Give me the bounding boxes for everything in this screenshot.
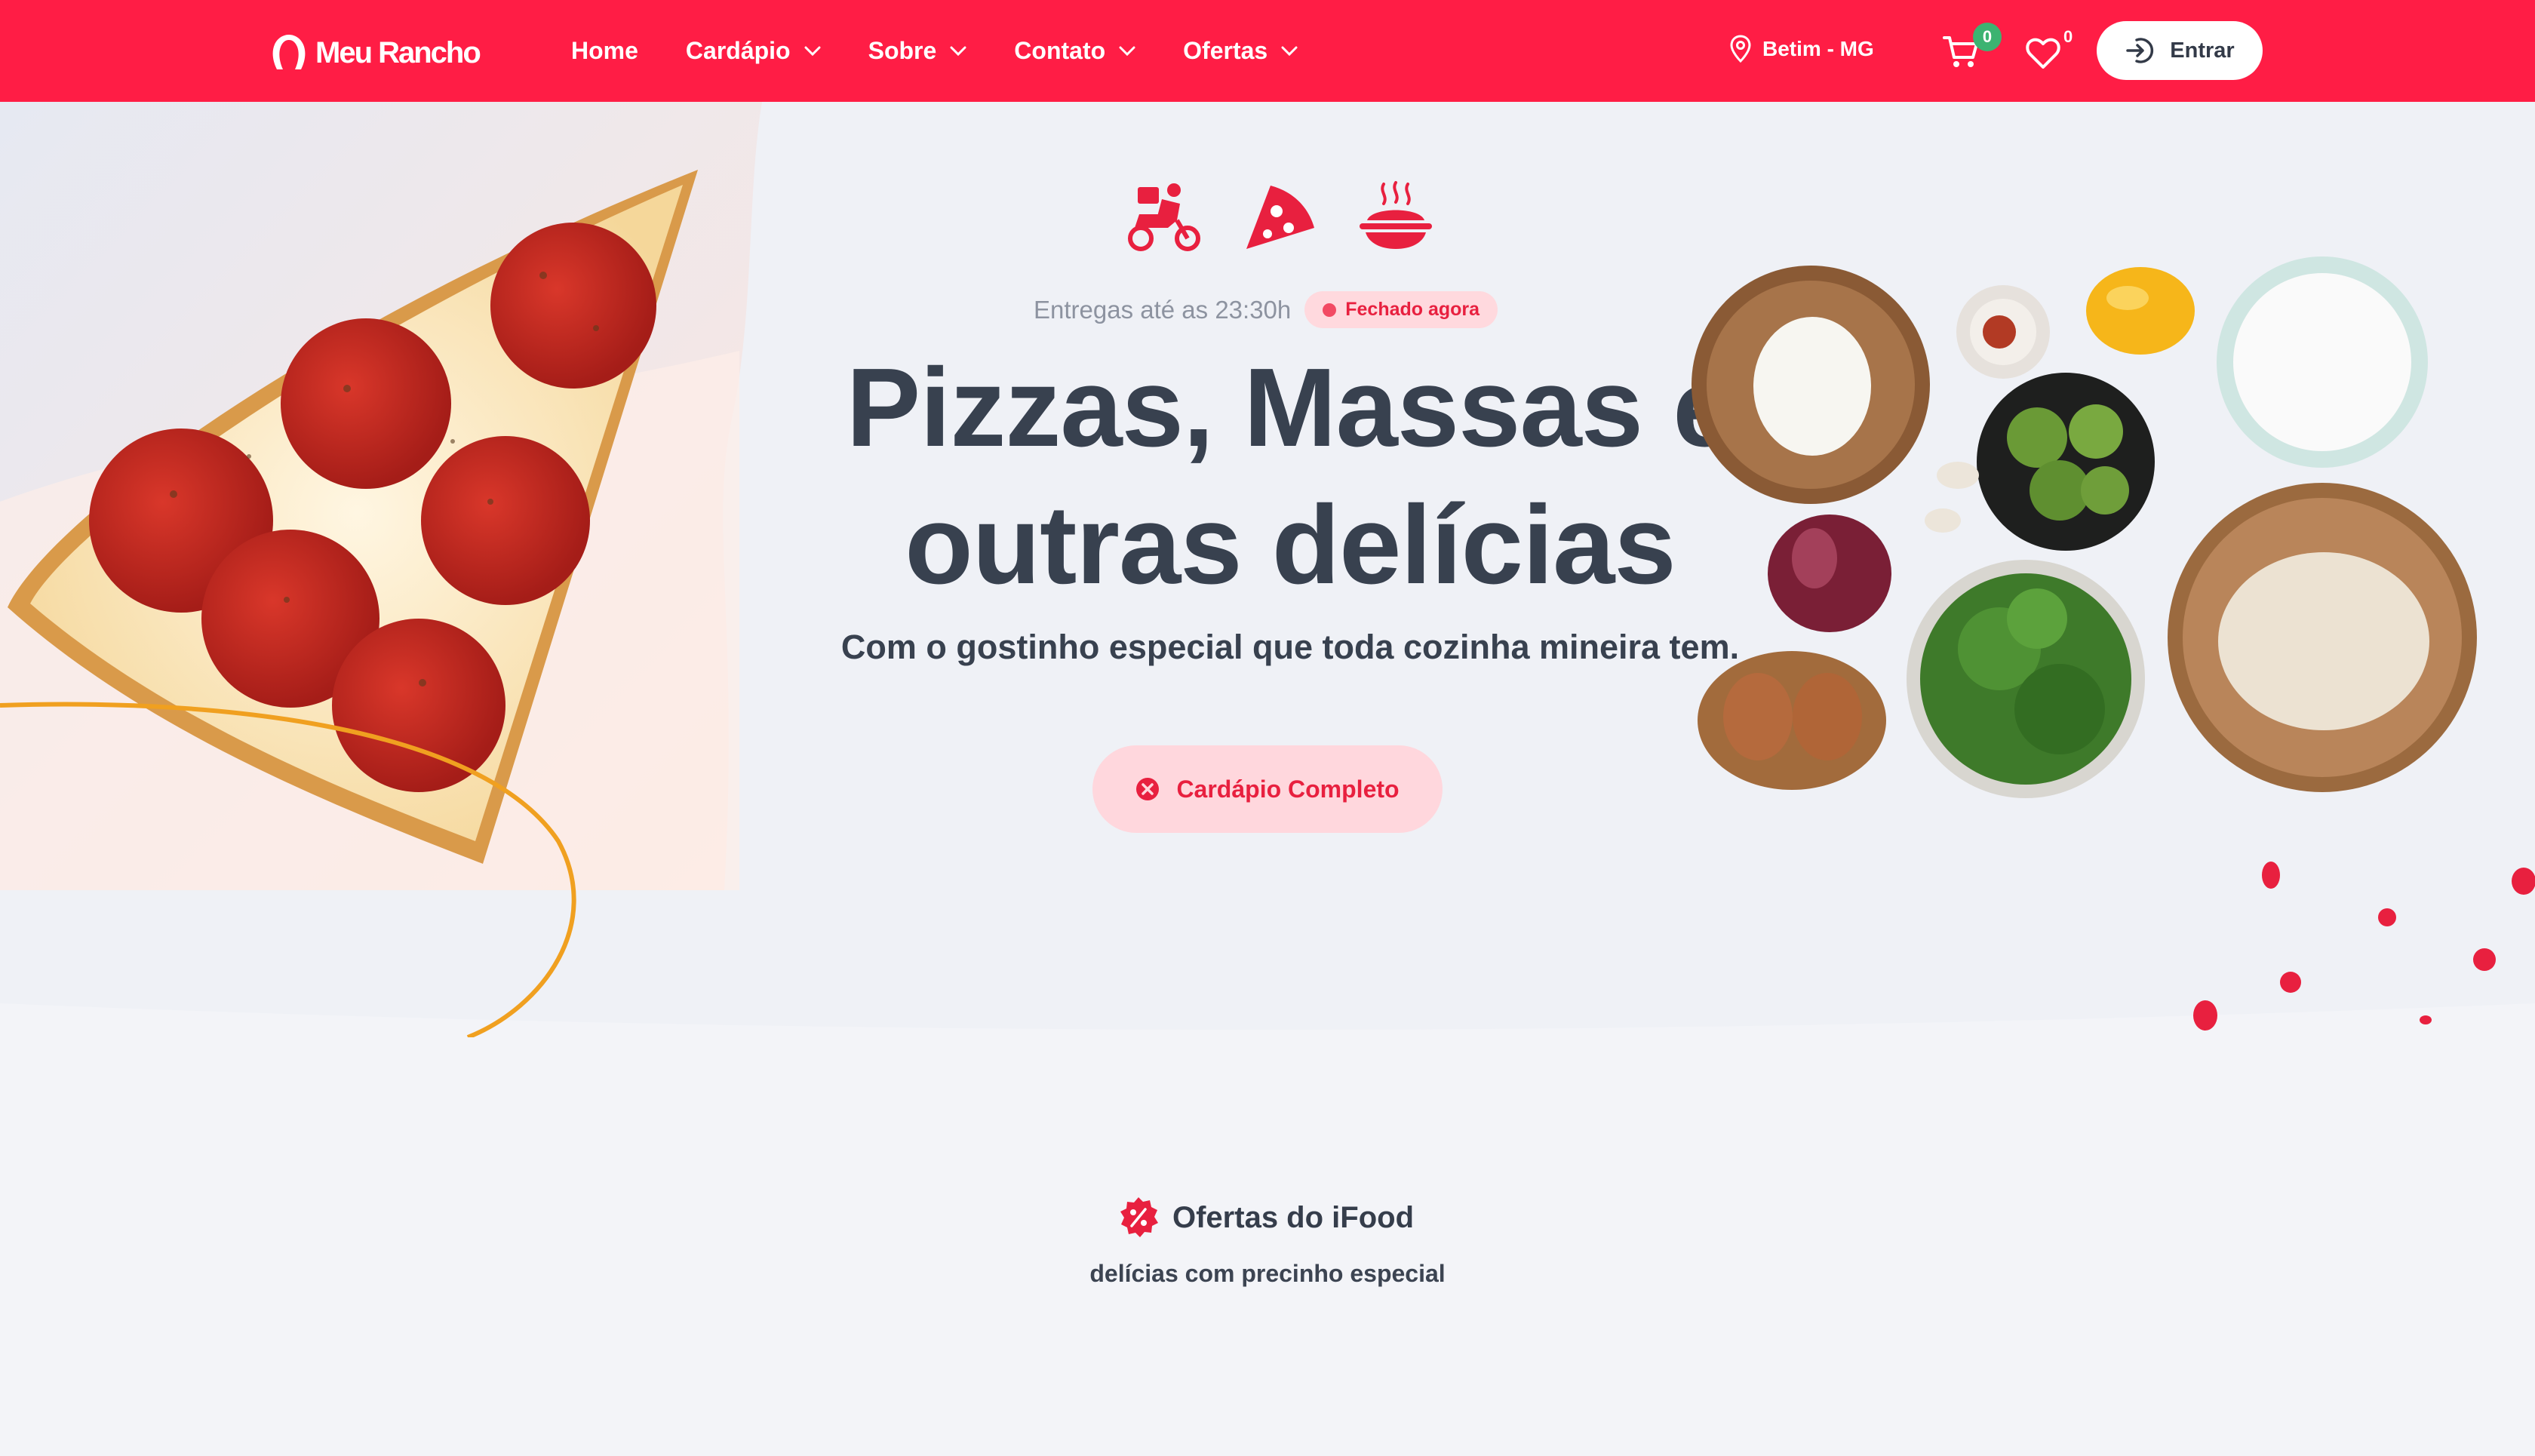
nav-contato-label: Contato xyxy=(1014,37,1106,64)
delivery-hours-text: Entregas até as 23:30h xyxy=(1034,295,1292,324)
hero-title: Pizzas, Massas e outras delícias xyxy=(846,346,1735,607)
chevron-down-icon xyxy=(804,46,821,56)
heart-icon xyxy=(2026,38,2060,69)
ingredients-image xyxy=(1692,256,2477,798)
nav-sobre[interactable]: Sobre xyxy=(868,37,967,65)
location-label: Betim - MG xyxy=(1762,37,1874,60)
favorites-button[interactable]: 0 xyxy=(2026,27,2073,72)
nav-home[interactable]: Home xyxy=(571,37,638,65)
nav-home-label: Home xyxy=(571,37,638,64)
status-label: Fechado agora xyxy=(1345,299,1480,320)
nav-ofertas-label: Ofertas xyxy=(1183,37,1268,64)
login-button[interactable]: Entrar xyxy=(2097,21,2263,80)
location-selector[interactable]: Betim - MG xyxy=(1729,35,1874,63)
chevron-down-icon xyxy=(1119,46,1135,56)
offers-subtitle: delícias com precinho especial xyxy=(1089,1260,1446,1287)
delivery-info: Entregas até as 23:30h Fechado agora xyxy=(1034,291,1498,328)
pizza-slice-icon xyxy=(1246,186,1314,249)
brand-logo[interactable]: Meu Rancho xyxy=(270,32,481,74)
red-dots-decoration xyxy=(2193,862,2535,1031)
nav-contato[interactable]: Contato xyxy=(1014,37,1135,65)
pasta-bowl-icon xyxy=(1360,181,1432,249)
hero-subtitle: Com o gostinho especial que toda cozinha… xyxy=(840,628,1740,666)
favorites-count: 0 xyxy=(2063,27,2073,46)
pizza-slice-image xyxy=(0,102,762,1037)
offers-heading: Ofertas do iFood xyxy=(1117,1196,1414,1239)
horseshoe-logo-icon xyxy=(272,35,306,69)
discount-badge-icon xyxy=(1120,1197,1158,1237)
cart-count-badge: 0 xyxy=(1973,23,2002,51)
hero-icon-row xyxy=(1124,181,1435,253)
chevron-down-icon xyxy=(950,46,966,56)
map-pin-icon xyxy=(1730,35,1751,63)
cart-button[interactable]: 0 xyxy=(1943,23,2002,72)
nav-ofertas[interactable]: Ofertas xyxy=(1183,37,1298,65)
top-navbar: Meu Rancho Home Cardápio Sobre Contato O… xyxy=(0,0,2535,102)
brand-name: Meu Rancho xyxy=(315,35,481,69)
nav-cardapio-label: Cardápio xyxy=(685,37,791,64)
nav-sobre-label: Sobre xyxy=(868,37,937,64)
main-nav: Home Cardápio Sobre Contato Ofertas xyxy=(571,0,1345,102)
status-dot xyxy=(1323,303,1337,317)
nav-cardapio[interactable]: Cardápio xyxy=(686,37,821,65)
offers-title: Ofertas do iFood xyxy=(1172,1200,1414,1234)
full-menu-button[interactable]: Cardápio Completo xyxy=(1092,745,1443,833)
delivery-scooter-icon xyxy=(1128,183,1200,251)
close-circle-icon xyxy=(1136,778,1160,800)
login-label: Entrar xyxy=(2170,38,2235,63)
status-badge: Fechado agora xyxy=(1304,291,1498,328)
full-menu-label: Cardápio Completo xyxy=(1176,775,1400,803)
chevron-down-icon xyxy=(1281,46,1298,56)
sign-in-icon xyxy=(2126,38,2154,63)
